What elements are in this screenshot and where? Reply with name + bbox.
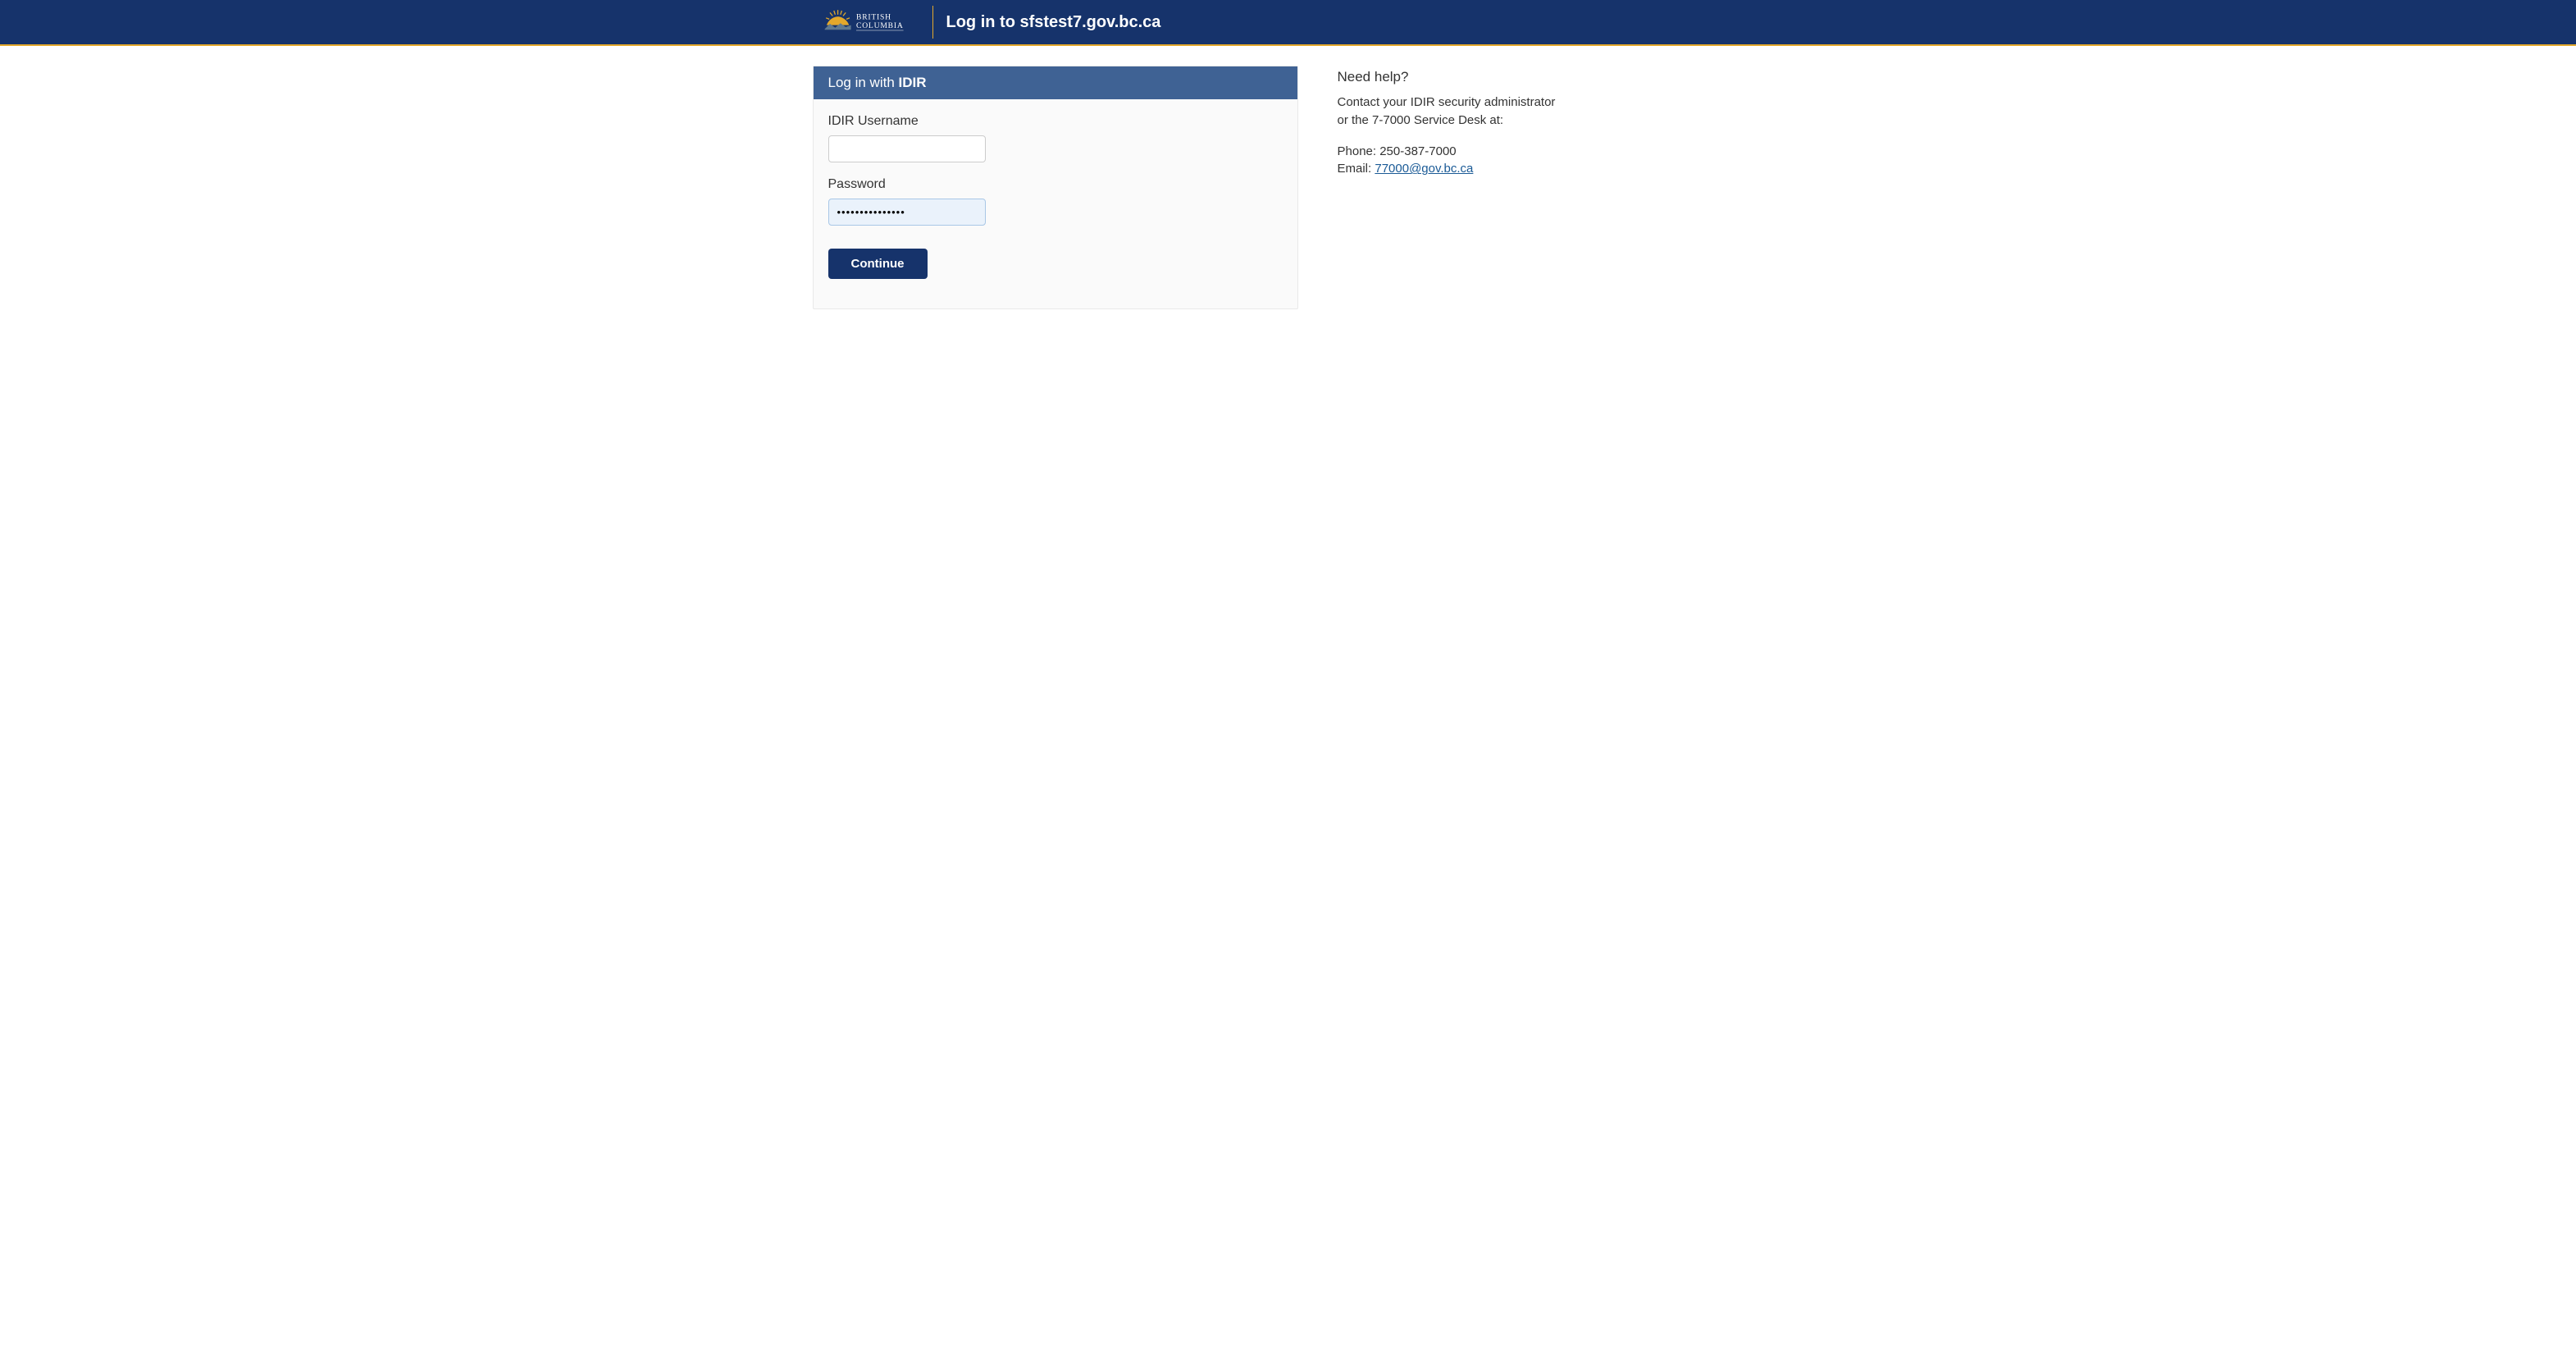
username-input[interactable] [828, 135, 986, 162]
help-panel: Need help? Contact your IDIR security ad… [1338, 66, 1764, 178]
header-inner: BRITISH COLUMBIA Log in to sfstest7.gov.… [796, 6, 1780, 39]
help-phone-label: Phone: [1338, 144, 1377, 158]
login-panel-title-prefix: Log in with [828, 75, 895, 90]
username-group: IDIR Username [828, 114, 1283, 162]
help-text-line1: Contact your IDIR security administrator [1338, 95, 1556, 109]
password-label: Password [828, 177, 1283, 192]
app-header: BRITISH COLUMBIA Log in to sfstest7.gov.… [0, 0, 2576, 46]
password-input[interactable] [828, 199, 986, 226]
username-label: IDIR Username [828, 114, 1283, 129]
login-panel-title-idir: IDIR [899, 75, 927, 90]
help-title: Need help? [1338, 69, 1764, 85]
password-group: Password [828, 177, 1283, 226]
help-email-link[interactable]: 77000@gov.bc.ca [1375, 162, 1473, 176]
login-panel-body: IDIR Username Password Continue [814, 99, 1297, 308]
bc-logo: BRITISH COLUMBIA [813, 6, 933, 39]
help-phone-value: 250-387-7000 [1379, 144, 1456, 158]
login-panel-header: Log in with IDIR [814, 66, 1297, 99]
bc-sun-mountain-icon: BRITISH COLUMBIA [813, 7, 919, 38]
help-text: Contact your IDIR security administrator… [1338, 94, 1764, 130]
help-text-line2: or the 7-7000 Service Desk at: [1338, 113, 1504, 127]
help-contact: Phone: 250-387-7000 Email: 77000@gov.bc.… [1338, 143, 1764, 179]
page-title: Log in to sfstest7.gov.bc.ca [933, 13, 1161, 32]
logo-text-top: BRITISH [856, 12, 891, 21]
logo-text-bottom: COLUMBIA [856, 21, 904, 30]
continue-button[interactable]: Continue [828, 249, 928, 279]
main-container: Log in with IDIR IDIR Username Password … [796, 46, 1780, 329]
login-panel: Log in with IDIR IDIR Username Password … [813, 66, 1298, 309]
help-email-label: Email: [1338, 162, 1372, 176]
